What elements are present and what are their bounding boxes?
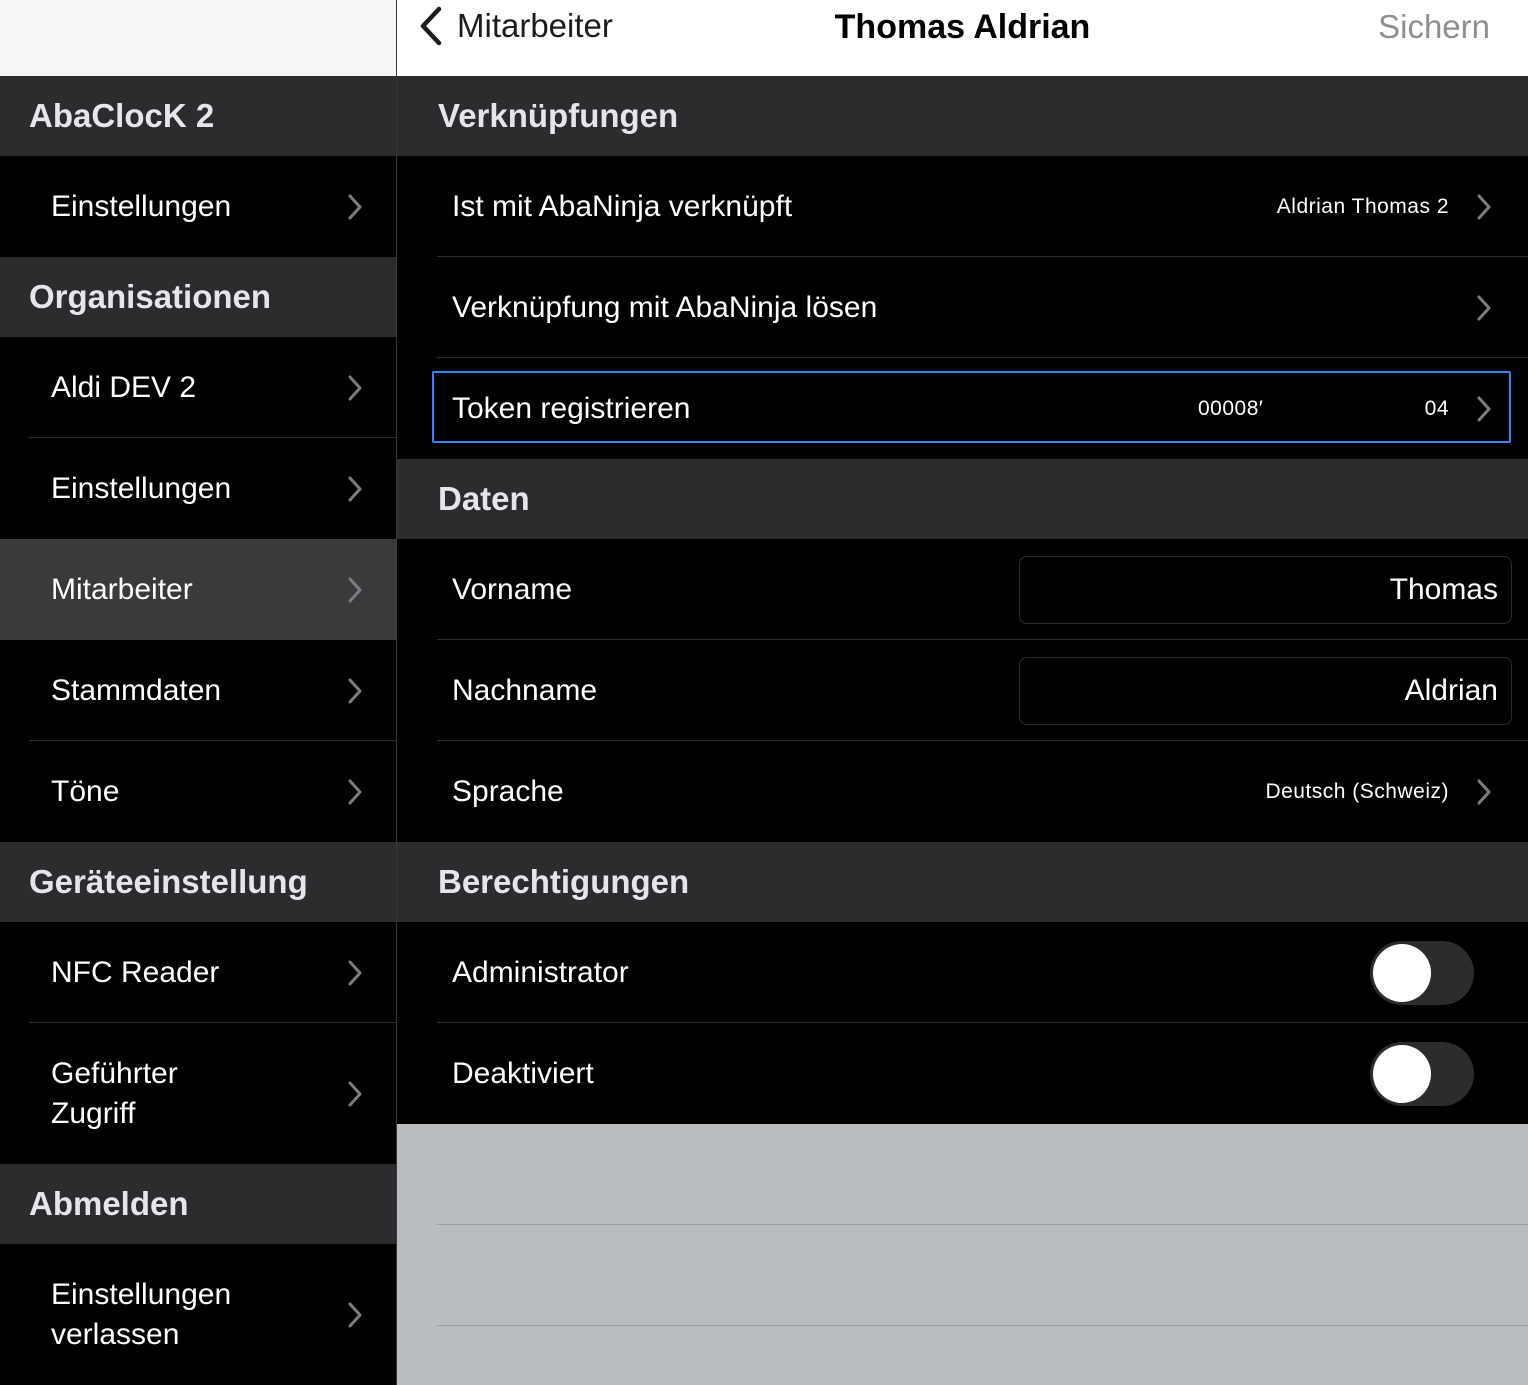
sidebar-item-einstellungen-verlassen[interactable]: Einstellungen verlassen — [0, 1244, 396, 1385]
row-label: Vorname — [452, 572, 573, 606]
chevron-right-icon — [348, 1302, 362, 1327]
sidebar-section-organisationen: Organisationen — [0, 257, 396, 337]
chevron-right-icon — [348, 960, 362, 985]
row-label: Administrator — [452, 955, 629, 989]
sidebar-section-title: Organisationen — [29, 278, 272, 315]
sidebar-top-bar — [0, 0, 396, 76]
row-label: Verknüpfung mit AbaNinja lösen — [452, 290, 878, 324]
sidebar-item-nfc-reader[interactable]: NFC Reader — [0, 922, 396, 1023]
chevron-right-icon — [348, 1081, 362, 1106]
first-name-field[interactable] — [1019, 556, 1512, 624]
save-button[interactable]: Sichern — [1378, 8, 1490, 46]
section-title: Daten — [438, 480, 530, 517]
section-title: Berechtigungen — [438, 863, 690, 900]
section-header-permissions: Berechtigungen — [397, 842, 1528, 922]
chevron-right-icon — [1477, 194, 1491, 219]
last-name-field[interactable] — [1019, 657, 1512, 725]
chevron-right-icon — [1477, 779, 1491, 804]
section-header-data: Daten — [397, 459, 1528, 539]
row-value: Deutsch (Schweiz) — [1265, 779, 1449, 803]
sidebar-item-label: Stammdaten — [51, 673, 222, 707]
app-window: AbaClocK 2 Einstellungen Organisationen … — [0, 0, 1528, 1385]
sidebar-section-abaclock: AbaClocK 2 — [0, 76, 396, 156]
row-language[interactable]: Sprache Deutsch (Schweiz) — [397, 741, 1528, 842]
chevron-right-icon — [348, 476, 362, 501]
sidebar-item-mitarbeiter[interactable]: Mitarbeiter — [0, 539, 396, 640]
sidebar-item-gefuehrter-zugriff[interactable]: Geführter Zugriff — [0, 1023, 396, 1164]
page-title: Thomas Aldrian — [834, 8, 1091, 46]
sidebar-item-label: NFC Reader — [51, 955, 220, 989]
chevron-right-icon — [348, 577, 362, 602]
chevron-right-icon — [348, 375, 362, 400]
row-first-name: Vorname — [397, 539, 1528, 640]
sidebar-section-title: AbaClocK 2 — [29, 97, 215, 134]
administrator-toggle[interactable] — [1370, 940, 1474, 1005]
sidebar-item-label: Töne — [51, 774, 120, 808]
focus-ring — [432, 371, 1511, 443]
divider — [437, 1325, 1528, 1326]
divider — [437, 1224, 1528, 1225]
sidebar-section-title: Geräteeinstellung — [29, 863, 308, 900]
row-administrator: Administrator — [397, 922, 1528, 1023]
sidebar-item-aldi-dev-2[interactable]: Aldi DEV 2 — [0, 337, 396, 438]
row-value: Aldrian Thomas 2 — [1276, 194, 1449, 218]
sidebar: AbaClocK 2 Einstellungen Organisationen … — [0, 0, 396, 1385]
sidebar-section-abmelden: Abmelden — [0, 1164, 396, 1244]
row-abaninja-linked[interactable]: Ist mit AbaNinja verknüpft Aldrian Thoma… — [397, 156, 1528, 257]
sidebar-item-org-einstellungen[interactable]: Einstellungen — [0, 438, 396, 539]
row-last-name: Nachname — [397, 640, 1528, 741]
chevron-right-icon — [1477, 295, 1491, 320]
toggle-knob — [1373, 1044, 1431, 1103]
row-label: Ist mit AbaNinja verknüpft — [452, 189, 793, 223]
section-header-links: Verknüpfungen — [397, 76, 1528, 156]
sidebar-item-label: Einstellungen — [51, 471, 232, 505]
sidebar-item-label: Mitarbeiter — [51, 572, 193, 606]
sidebar-item-label: Einstellungen verlassen — [51, 1277, 232, 1351]
row-label: Nachname — [452, 673, 598, 707]
navigation-bar: Mitarbeiter Thomas Aldrian Sichern — [397, 0, 1528, 76]
chevron-right-icon — [348, 194, 362, 219]
chevron-right-icon — [348, 678, 362, 703]
sidebar-item-einstellungen[interactable]: Einstellungen — [0, 156, 396, 257]
sidebar-section-geraeteeinstellung: Geräteeinstellung — [0, 842, 396, 922]
row-abaninja-unlink[interactable]: Verknüpfung mit AbaNinja lösen — [397, 257, 1528, 358]
sidebar-section-title: Abmelden — [29, 1185, 189, 1222]
section-title: Verknüpfungen — [438, 97, 679, 134]
sidebar-item-toene[interactable]: Töne — [0, 741, 396, 842]
row-label: Sprache — [452, 774, 564, 808]
row-label: Deaktiviert — [452, 1056, 594, 1090]
toggle-knob — [1373, 943, 1431, 1002]
row-deactivated: Deaktiviert — [397, 1023, 1528, 1124]
sidebar-item-label: Aldi DEV 2 — [51, 370, 197, 404]
empty-list-area — [397, 1124, 1528, 1385]
deactivated-toggle[interactable] — [1370, 1041, 1474, 1106]
chevron-right-icon — [348, 779, 362, 804]
sidebar-item-label: Einstellungen — [51, 189, 232, 223]
sidebar-item-label: Geführter Zugriff — [51, 1056, 178, 1130]
sidebar-item-stammdaten[interactable]: Stammdaten — [0, 640, 396, 741]
